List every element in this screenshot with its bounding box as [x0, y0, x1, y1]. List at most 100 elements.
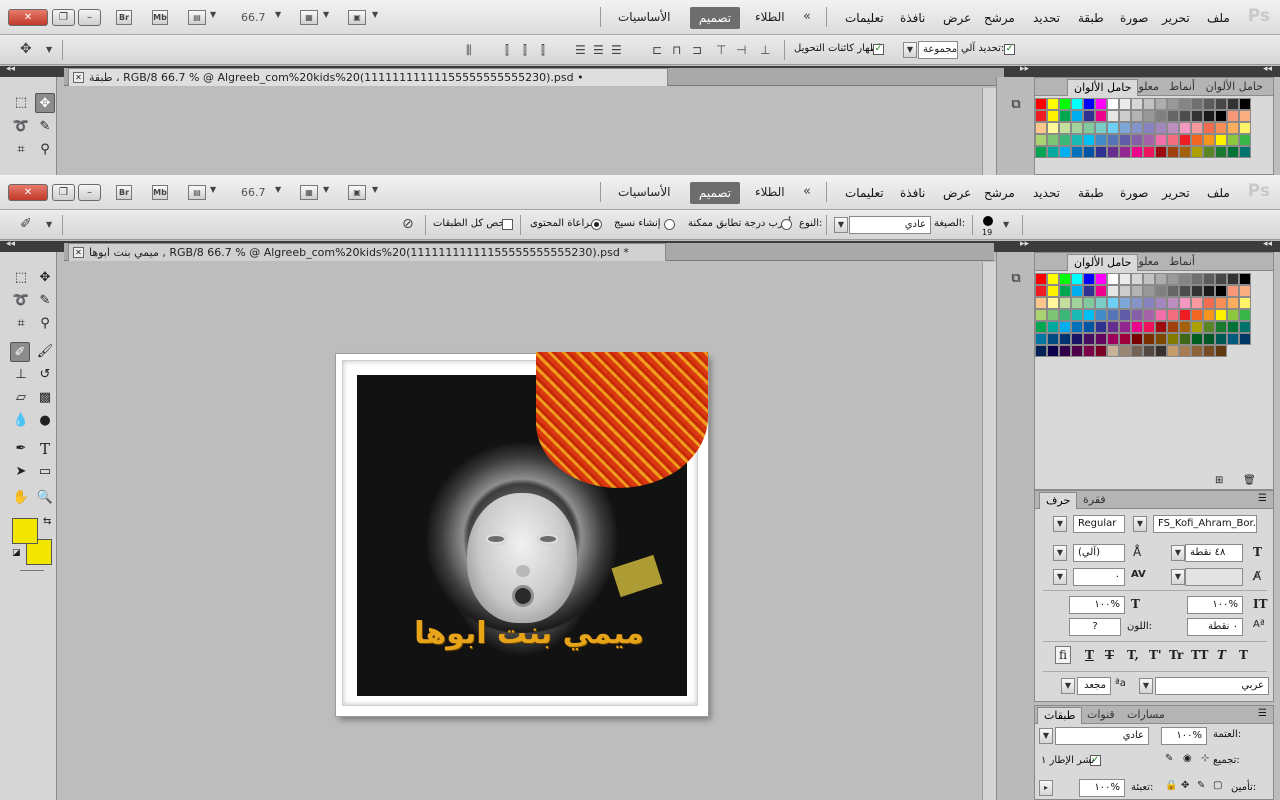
distribute-hcenter-icon[interactable]: ⫿	[523, 43, 527, 58]
underline-button[interactable]: T	[1085, 648, 1094, 662]
chevron-down-icon[interactable]: ▸	[1039, 780, 1053, 796]
chevron-down-icon[interactable]: ▼	[1039, 728, 1053, 744]
swatch-cell[interactable]	[1179, 321, 1191, 333]
swatch-cell[interactable]	[1167, 122, 1179, 134]
swatch-cell[interactable]	[1179, 146, 1191, 158]
restore-button[interactable]: ❐	[52, 9, 75, 26]
swatch-cell[interactable]	[1083, 333, 1095, 345]
menu-edit[interactable]: تحرير	[1162, 186, 1190, 200]
swatch-cell[interactable]	[1119, 98, 1131, 110]
menu-help[interactable]: تعليمات	[845, 11, 884, 25]
swatch-cell[interactable]	[1239, 98, 1251, 110]
tab-styles[interactable]: أنماط	[1163, 254, 1201, 271]
superscript-button[interactable]: T'	[1149, 648, 1162, 662]
more-workspaces-icon[interactable]: «	[803, 9, 811, 24]
swatch-cell[interactable]	[1191, 273, 1203, 285]
horizontal-scale-field[interactable]: ١٠٠%	[1069, 596, 1125, 614]
swatch-cell[interactable]	[1047, 98, 1059, 110]
swatch-cell[interactable]	[1203, 321, 1215, 333]
swatch-cell[interactable]	[1191, 146, 1203, 158]
lock-transparency-icon[interactable]: ▢	[1213, 780, 1222, 791]
align-top-icon[interactable]: ⊤	[716, 43, 726, 57]
swatch-cell[interactable]	[1179, 122, 1191, 134]
swatch-cell[interactable]	[1047, 146, 1059, 158]
swatch-cell[interactable]	[1143, 333, 1155, 345]
distribute-left-icon[interactable]: ⫿	[505, 43, 509, 58]
pressure-size-icon[interactable]: ⊘	[402, 216, 414, 232]
swatch-cell[interactable]	[1035, 122, 1047, 134]
swatch-cell[interactable]	[1131, 122, 1143, 134]
swatch-cell[interactable]	[1155, 273, 1167, 285]
swatch-cell[interactable]	[1143, 134, 1155, 146]
swatch-cell[interactable]	[1071, 110, 1083, 122]
new-swatch-icon[interactable]: ⊞	[1215, 475, 1223, 486]
swatch-cell[interactable]	[1215, 345, 1227, 357]
swatch-cell[interactable]	[1071, 146, 1083, 158]
menu-filter[interactable]: مرشح	[984, 186, 1015, 200]
swatch-cell[interactable]	[1203, 98, 1215, 110]
swatch-cell[interactable]	[1143, 345, 1155, 357]
swatch-cell[interactable]	[1191, 134, 1203, 146]
swatch-cell[interactable]	[1227, 146, 1239, 158]
workspace-design-button[interactable]: تصميم	[690, 7, 740, 29]
auto-select-dropdown[interactable]: مجموعة	[918, 41, 958, 59]
swatch-cell[interactable]	[1227, 285, 1239, 297]
swatch-cell[interactable]	[1071, 98, 1083, 110]
swatch-cell[interactable]	[1239, 122, 1251, 134]
swatch-cell[interactable]	[1179, 309, 1191, 321]
swatch-cell[interactable]	[1203, 297, 1215, 309]
opacity-field[interactable]: ١٠٠%	[1161, 727, 1207, 745]
swatch-cell[interactable]	[1179, 285, 1191, 297]
swatch-cell[interactable]	[1095, 110, 1107, 122]
swatch-cell[interactable]	[1191, 285, 1203, 297]
dodge-tool-icon[interactable]: ●	[35, 411, 55, 431]
swatch-cell[interactable]	[1239, 333, 1251, 345]
document-tab[interactable]: ✕ طبقة ، RGB/8 66.7 % @ Algreeb_com%20ki…	[68, 68, 668, 86]
swatch-cell[interactable]	[1143, 297, 1155, 309]
default-colors-icon[interactable]: ◪	[12, 548, 21, 558]
swatch-cell[interactable]	[1035, 345, 1047, 357]
swatch-cell[interactable]	[1107, 285, 1119, 297]
hand-tool-icon[interactable]: ✋	[11, 488, 31, 508]
swatch-cell[interactable]	[1167, 321, 1179, 333]
swatch-cell[interactable]	[1119, 321, 1131, 333]
swatch-cell[interactable]	[1095, 321, 1107, 333]
chevron-down-icon[interactable]: ▼	[1171, 569, 1185, 585]
swatch-cell[interactable]	[1203, 146, 1215, 158]
swatch-cell[interactable]	[1167, 333, 1179, 345]
quick-select-tool-icon[interactable]: ✎	[35, 117, 55, 137]
swatch-cell[interactable]	[1179, 333, 1191, 345]
align-vcenter-icon[interactable]: ⊣	[736, 43, 746, 57]
shape-tool-icon[interactable]: ▭	[35, 462, 55, 482]
swatch-cell[interactable]	[1215, 297, 1227, 309]
swatch-cell[interactable]	[1155, 110, 1167, 122]
swatch-cell[interactable]	[1107, 297, 1119, 309]
swatch-cell[interactable]	[1239, 134, 1251, 146]
swatch-cell[interactable]	[1155, 122, 1167, 134]
zoom-tool-icon[interactable]: 🔍	[35, 488, 55, 508]
swatch-cell[interactable]	[1107, 345, 1119, 357]
unify-style-icon[interactable]: ✎	[1165, 753, 1173, 764]
collapse-left-icon[interactable]: ◂◂	[6, 239, 15, 249]
swatch-cell[interactable]	[1071, 285, 1083, 297]
chevron-down-icon[interactable]: ▼	[1133, 516, 1147, 532]
swatch-cell[interactable]	[1131, 309, 1143, 321]
bold-button[interactable]: T	[1239, 648, 1248, 662]
collapse-right-icon[interactable]: ◂◂	[1263, 239, 1272, 249]
swatch-cell[interactable]	[1035, 134, 1047, 146]
swatch-cell[interactable]	[1227, 110, 1239, 122]
chevron-down-icon[interactable]: ▼	[1171, 545, 1185, 561]
view-extras-icon[interactable]: ▤	[188, 10, 206, 25]
screen-mode-icon[interactable]: ▣	[348, 185, 366, 200]
swatch-cell[interactable]	[1143, 321, 1155, 333]
swatch-cell[interactable]	[1059, 345, 1071, 357]
menu-help[interactable]: تعليمات	[845, 186, 884, 200]
swatch-cell[interactable]	[1083, 122, 1095, 134]
vertical-scrollbar[interactable]	[982, 262, 996, 800]
panel-menu-icon[interactable]: ☰	[1258, 708, 1267, 719]
swatch-cell[interactable]	[1155, 146, 1167, 158]
swatch-cell[interactable]	[1095, 273, 1107, 285]
swatch-cell[interactable]	[1083, 345, 1095, 357]
swatch-cell[interactable]	[1107, 273, 1119, 285]
menu-file[interactable]: ملف	[1207, 186, 1230, 200]
